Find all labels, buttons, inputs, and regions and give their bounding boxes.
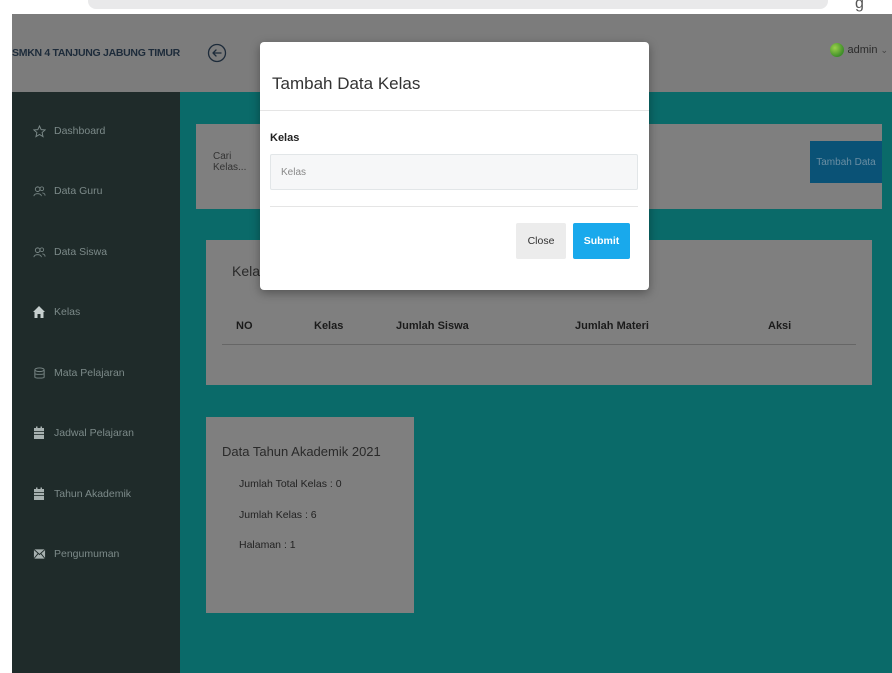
modal-footer-divider bbox=[270, 206, 638, 207]
sidebar-item-dashboard[interactable]: Dashboard bbox=[32, 122, 105, 140]
column-header-kelas: Kelas bbox=[314, 320, 344, 332]
sidebar-item-mata-pelajaran[interactable]: Mata Pelajaran bbox=[32, 364, 125, 382]
table-divider bbox=[222, 344, 856, 345]
mail-icon bbox=[32, 547, 46, 561]
stats-title: Data Tahun Akademik 2021 bbox=[222, 444, 381, 459]
kelas-field[interactable] bbox=[270, 154, 638, 190]
sidebar-item-label: Data Siswa bbox=[54, 246, 108, 258]
column-header-no: NO bbox=[236, 320, 253, 332]
globe-avatar-icon bbox=[830, 43, 845, 57]
stats-total-kelas: Jumlah Total Kelas : 0 bbox=[239, 478, 342, 490]
column-header-aksi: Aksi bbox=[768, 320, 792, 332]
stats-halaman: Halaman : 1 bbox=[239, 539, 296, 551]
sidebar-item-data-guru[interactable]: Data Guru bbox=[32, 182, 102, 200]
chevron-down-icon: ⌄ bbox=[880, 44, 888, 55]
user-name: admin bbox=[847, 44, 878, 56]
sidebar-item-jadwal-pelajaran[interactable]: Jadwal Pelajaran bbox=[32, 424, 134, 442]
users-icon bbox=[32, 184, 46, 198]
sidebar-item-label: Jadwal Pelajaran bbox=[54, 427, 134, 439]
browser-address-bar[interactable] bbox=[88, 0, 828, 9]
sidebar: Dashboard Data Guru Data Siswa Kelas Mat… bbox=[12, 92, 180, 673]
sidebar-item-label: Dashboard bbox=[54, 125, 106, 137]
column-header-jumlah-siswa: Jumlah Siswa bbox=[396, 320, 469, 332]
back-arrow-icon[interactable] bbox=[207, 43, 227, 63]
user-menu[interactable]: admin ⌄ bbox=[830, 43, 888, 57]
add-kelas-modal: Tambah Data Kelas Kelas Close Submit bbox=[260, 42, 649, 290]
brand-title[interactable]: SMKN 4 TANJUNG JABUNG TIMUR bbox=[12, 14, 180, 92]
sidebar-item-data-siswa[interactable]: Data Siswa bbox=[32, 243, 107, 261]
database-icon bbox=[32, 366, 46, 380]
modal-header-divider bbox=[260, 110, 649, 111]
calendar-icon bbox=[32, 487, 46, 501]
column-header-jumlah-materi: Jumlah Materi bbox=[575, 320, 649, 332]
home-icon bbox=[32, 305, 46, 319]
submit-button[interactable]: Submit bbox=[573, 223, 630, 259]
add-data-button[interactable]: Tambah Data bbox=[810, 141, 882, 183]
sidebar-item-label: Data Guru bbox=[54, 185, 103, 197]
star-icon bbox=[32, 124, 46, 138]
sidebar-item-label: Pengumuman bbox=[54, 548, 120, 560]
browser-extension-icon[interactable]: g bbox=[855, 0, 864, 13]
search-input[interactable]: Cari Kelas... bbox=[208, 144, 264, 180]
sidebar-item-label: Kelas bbox=[54, 306, 81, 318]
sidebar-item-tahun-akademik[interactable]: Tahun Akademik bbox=[32, 485, 131, 503]
sidebar-item-pengumuman[interactable]: Pengumuman bbox=[32, 545, 119, 563]
browser-strip: g bbox=[0, 0, 892, 14]
sidebar-item-label: Mata Pelajaran bbox=[54, 367, 125, 379]
sidebar-item-label: Tahun Akademik bbox=[54, 488, 132, 500]
users-icon bbox=[32, 245, 46, 259]
sidebar-item-kelas[interactable]: Kelas bbox=[32, 303, 80, 321]
stats-panel: Data Tahun Akademik 2021 Jumlah Total Ke… bbox=[206, 417, 414, 613]
calendar-icon bbox=[32, 426, 46, 440]
kelas-field-label: Kelas bbox=[270, 132, 300, 144]
stats-jumlah-kelas: Jumlah Kelas : 6 bbox=[239, 509, 317, 521]
close-button[interactable]: Close bbox=[516, 223, 566, 259]
modal-title: Tambah Data Kelas bbox=[272, 74, 421, 93]
